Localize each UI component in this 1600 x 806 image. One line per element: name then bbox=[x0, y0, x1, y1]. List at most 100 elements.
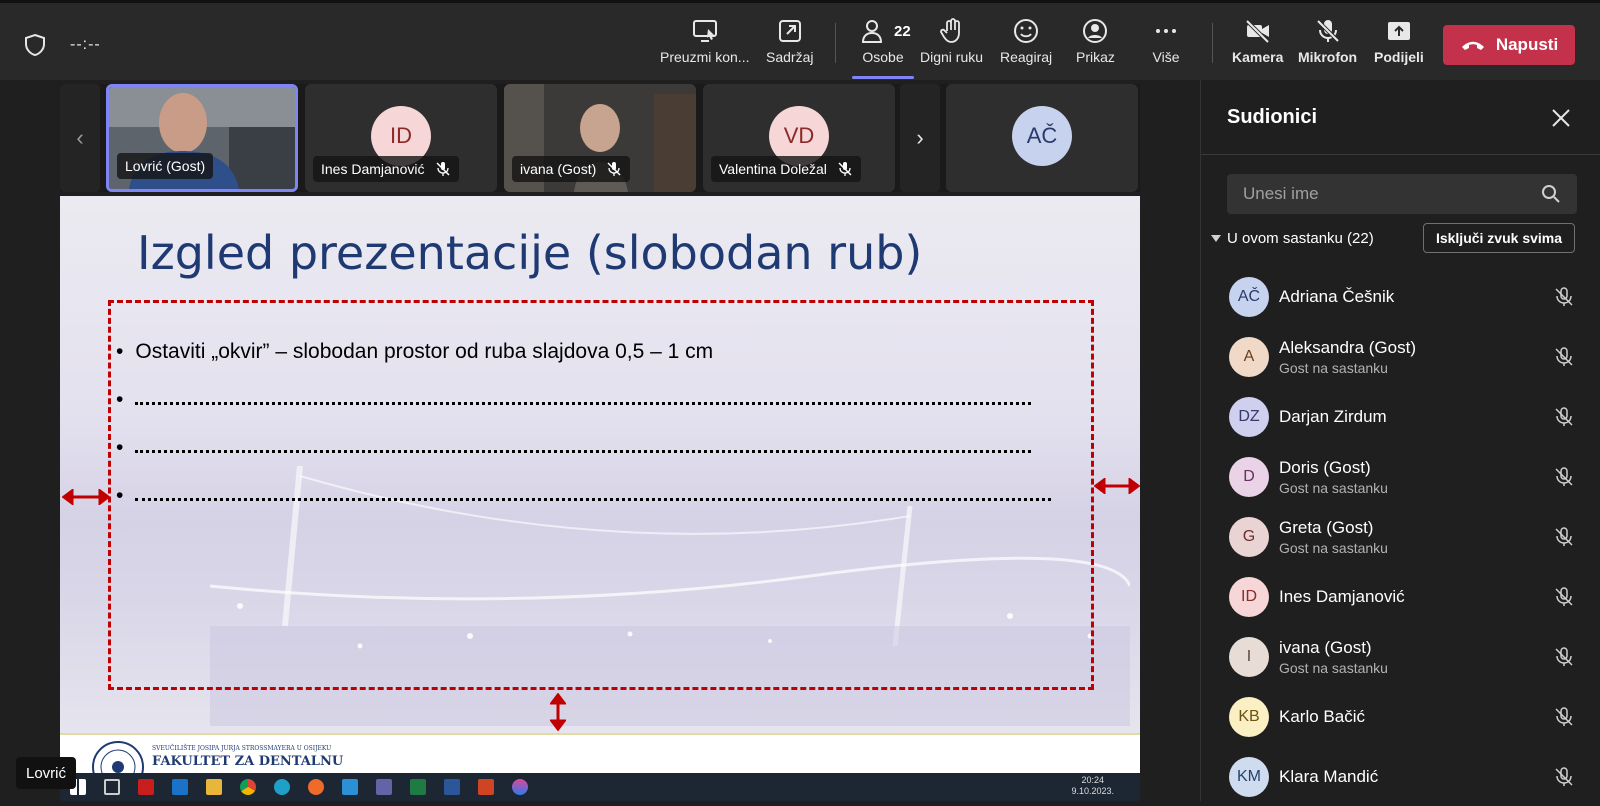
slide-bullet: • bbox=[116, 388, 1032, 412]
participant-search-input[interactable] bbox=[1227, 174, 1577, 214]
margin-arrow-left-icon bbox=[62, 489, 110, 505]
avatar: AČ bbox=[1012, 106, 1072, 166]
participant-row[interactable]: ID Ines Damjanović bbox=[1201, 568, 1600, 626]
slide-bullet: • bbox=[116, 484, 1052, 508]
avatar: I bbox=[1229, 637, 1269, 677]
participant-role: Gost na sastanku bbox=[1279, 360, 1388, 376]
participant-name: Aleksandra (Gost) bbox=[1279, 338, 1416, 357]
content-button[interactable]: Sadržaj bbox=[766, 17, 813, 73]
raise-hand-button[interactable]: Digni ruku bbox=[920, 17, 983, 73]
avatar: AČ bbox=[1229, 277, 1269, 317]
app-icon bbox=[342, 779, 358, 795]
pdf-app-icon bbox=[138, 779, 154, 795]
leave-button[interactable]: Napusti bbox=[1443, 25, 1575, 65]
mic-off-icon bbox=[607, 162, 621, 176]
participant-role: Gost na sastanku bbox=[1279, 540, 1388, 556]
video-tile-valentina[interactable]: VD Valentina Doležal bbox=[703, 84, 895, 192]
share-button[interactable]: Podijeli bbox=[1374, 17, 1424, 73]
mic-off-icon bbox=[435, 162, 450, 176]
footer-university: SVEUČILIŠTE JOSIPA JURJA STROSSMAYERA U … bbox=[152, 745, 332, 752]
mic-off-icon[interactable] bbox=[1553, 706, 1575, 728]
people-button[interactable]: 22 Osobe bbox=[852, 17, 914, 79]
participant-name: Adriana Češnik bbox=[1279, 287, 1395, 306]
tile-name-chip: Ines Damjanović bbox=[313, 156, 459, 182]
in-meeting-section-toggle[interactable]: U ovom sastanku (22) bbox=[1211, 230, 1374, 247]
participant-row[interactable]: AČ Adriana Češnik bbox=[1201, 268, 1600, 326]
view-button[interactable]: Prikaz bbox=[1076, 17, 1115, 73]
people-icon bbox=[861, 20, 883, 43]
participant-row[interactable]: KM Klara Mandić bbox=[1201, 748, 1600, 806]
mic-off-icon[interactable] bbox=[1553, 646, 1575, 668]
participant-name: Doris (Gost) bbox=[1279, 458, 1371, 477]
powerpoint-app-icon bbox=[478, 779, 494, 795]
smile-icon bbox=[1014, 19, 1039, 43]
search-icon bbox=[1542, 185, 1560, 203]
participant-row[interactable]: D Doris (Gost) Gost na sastanku bbox=[1201, 448, 1600, 506]
teams-app-icon bbox=[376, 779, 392, 795]
participant-row[interactable]: KB Karlo Bačić bbox=[1201, 688, 1600, 746]
participant-row[interactable]: A Aleksandra (Gost) Gost na sastanku bbox=[1201, 328, 1600, 386]
video-tile-adriana[interactable]: AČ bbox=[946, 84, 1138, 192]
strip-prev-button[interactable]: ‹ bbox=[60, 84, 100, 192]
video-tile-ivana[interactable]: ivana (Gost) bbox=[504, 84, 696, 192]
strip-next-button[interactable]: › bbox=[900, 84, 940, 192]
mic-off-icon[interactable] bbox=[1553, 406, 1575, 428]
slide-bullet: • bbox=[116, 436, 1032, 460]
participant-row[interactable]: G Greta (Gost) Gost na sastanku bbox=[1201, 508, 1600, 566]
chevron-left-icon: ‹ bbox=[76, 125, 84, 150]
participant-role: Gost na sastanku bbox=[1279, 660, 1388, 676]
camera-button[interactable]: Kamera bbox=[1232, 17, 1283, 73]
tile-name-chip: Lovrić (Gost) bbox=[117, 153, 214, 179]
participant-name: ivana (Gost) bbox=[1279, 638, 1372, 657]
more-icon bbox=[1156, 29, 1176, 33]
take-control-button[interactable]: Preuzmi kon... bbox=[660, 17, 749, 73]
camera-off-icon bbox=[1245, 19, 1270, 44]
firefox-app-icon bbox=[308, 779, 324, 795]
participant-name: Karlo Bačić bbox=[1279, 707, 1365, 726]
mute-all-button[interactable]: Isključi zvuk svima bbox=[1423, 223, 1575, 253]
mic-off-icon[interactable] bbox=[1553, 766, 1575, 788]
share-icon bbox=[1387, 22, 1410, 40]
footer-faculty: FAKULTET ZA DENTALNU bbox=[152, 754, 344, 769]
task-view-icon bbox=[104, 779, 120, 795]
video-tile-lovric[interactable]: Lovrić (Gost) bbox=[106, 84, 298, 192]
margin-arrow-bottom-icon bbox=[550, 693, 566, 731]
avatar: A bbox=[1229, 337, 1269, 377]
slide-title: Izgled prezentacije (slobodan rub) bbox=[137, 226, 923, 280]
hang-up-icon bbox=[1461, 41, 1484, 50]
meeting-timer: --:-- bbox=[70, 36, 101, 53]
mic-off-icon[interactable] bbox=[1553, 586, 1575, 608]
chevron-right-icon: › bbox=[916, 125, 924, 150]
participant-row[interactable]: Iivana (Gost) Gost na sastanku bbox=[1201, 628, 1600, 686]
close-icon[interactable] bbox=[1547, 104, 1575, 132]
participants-panel: Sudionici U ovom sastanku (22) Isključi … bbox=[1200, 80, 1600, 801]
outlook-app-icon bbox=[172, 779, 188, 795]
word-app-icon bbox=[444, 779, 460, 795]
avatar: DZ bbox=[1229, 397, 1269, 437]
mic-off-icon[interactable] bbox=[1553, 466, 1575, 488]
mic-off-icon[interactable] bbox=[1553, 526, 1575, 548]
microphone-button[interactable]: Mikrofon bbox=[1298, 17, 1357, 73]
chrome-app-icon bbox=[240, 779, 256, 795]
take-control-icon bbox=[692, 20, 717, 42]
toolbar-separator bbox=[835, 23, 836, 63]
margin-arrow-right-icon bbox=[1094, 478, 1140, 494]
toolbar-separator bbox=[1212, 23, 1213, 63]
react-button[interactable]: Reagiraj bbox=[1000, 17, 1052, 73]
avatar: D bbox=[1229, 457, 1269, 497]
more-button[interactable]: Više bbox=[1152, 17, 1180, 73]
mic-off-icon[interactable] bbox=[1553, 286, 1575, 308]
mic-off-icon[interactable] bbox=[1553, 346, 1575, 368]
panel-divider bbox=[1201, 154, 1600, 155]
people-count: 22 bbox=[894, 23, 911, 40]
shield-icon[interactable] bbox=[24, 33, 46, 57]
participant-row[interactable]: DZ Darjan Zirdum bbox=[1201, 388, 1600, 446]
folder-app-icon bbox=[206, 779, 222, 795]
meeting-toolbar: --:-- Preuzmi kon... Sadržaj 22 Osobe Di… bbox=[0, 0, 1600, 80]
excel-app-icon bbox=[410, 779, 426, 795]
mic-off-icon bbox=[1316, 19, 1339, 43]
video-tile-ines[interactable]: ID Ines Damjanović bbox=[305, 84, 497, 192]
tile-name-chip: Valentina Doležal bbox=[711, 156, 861, 182]
participant-name: Ines Damjanović bbox=[1279, 587, 1405, 606]
participant-name: Klara Mandić bbox=[1279, 767, 1379, 786]
